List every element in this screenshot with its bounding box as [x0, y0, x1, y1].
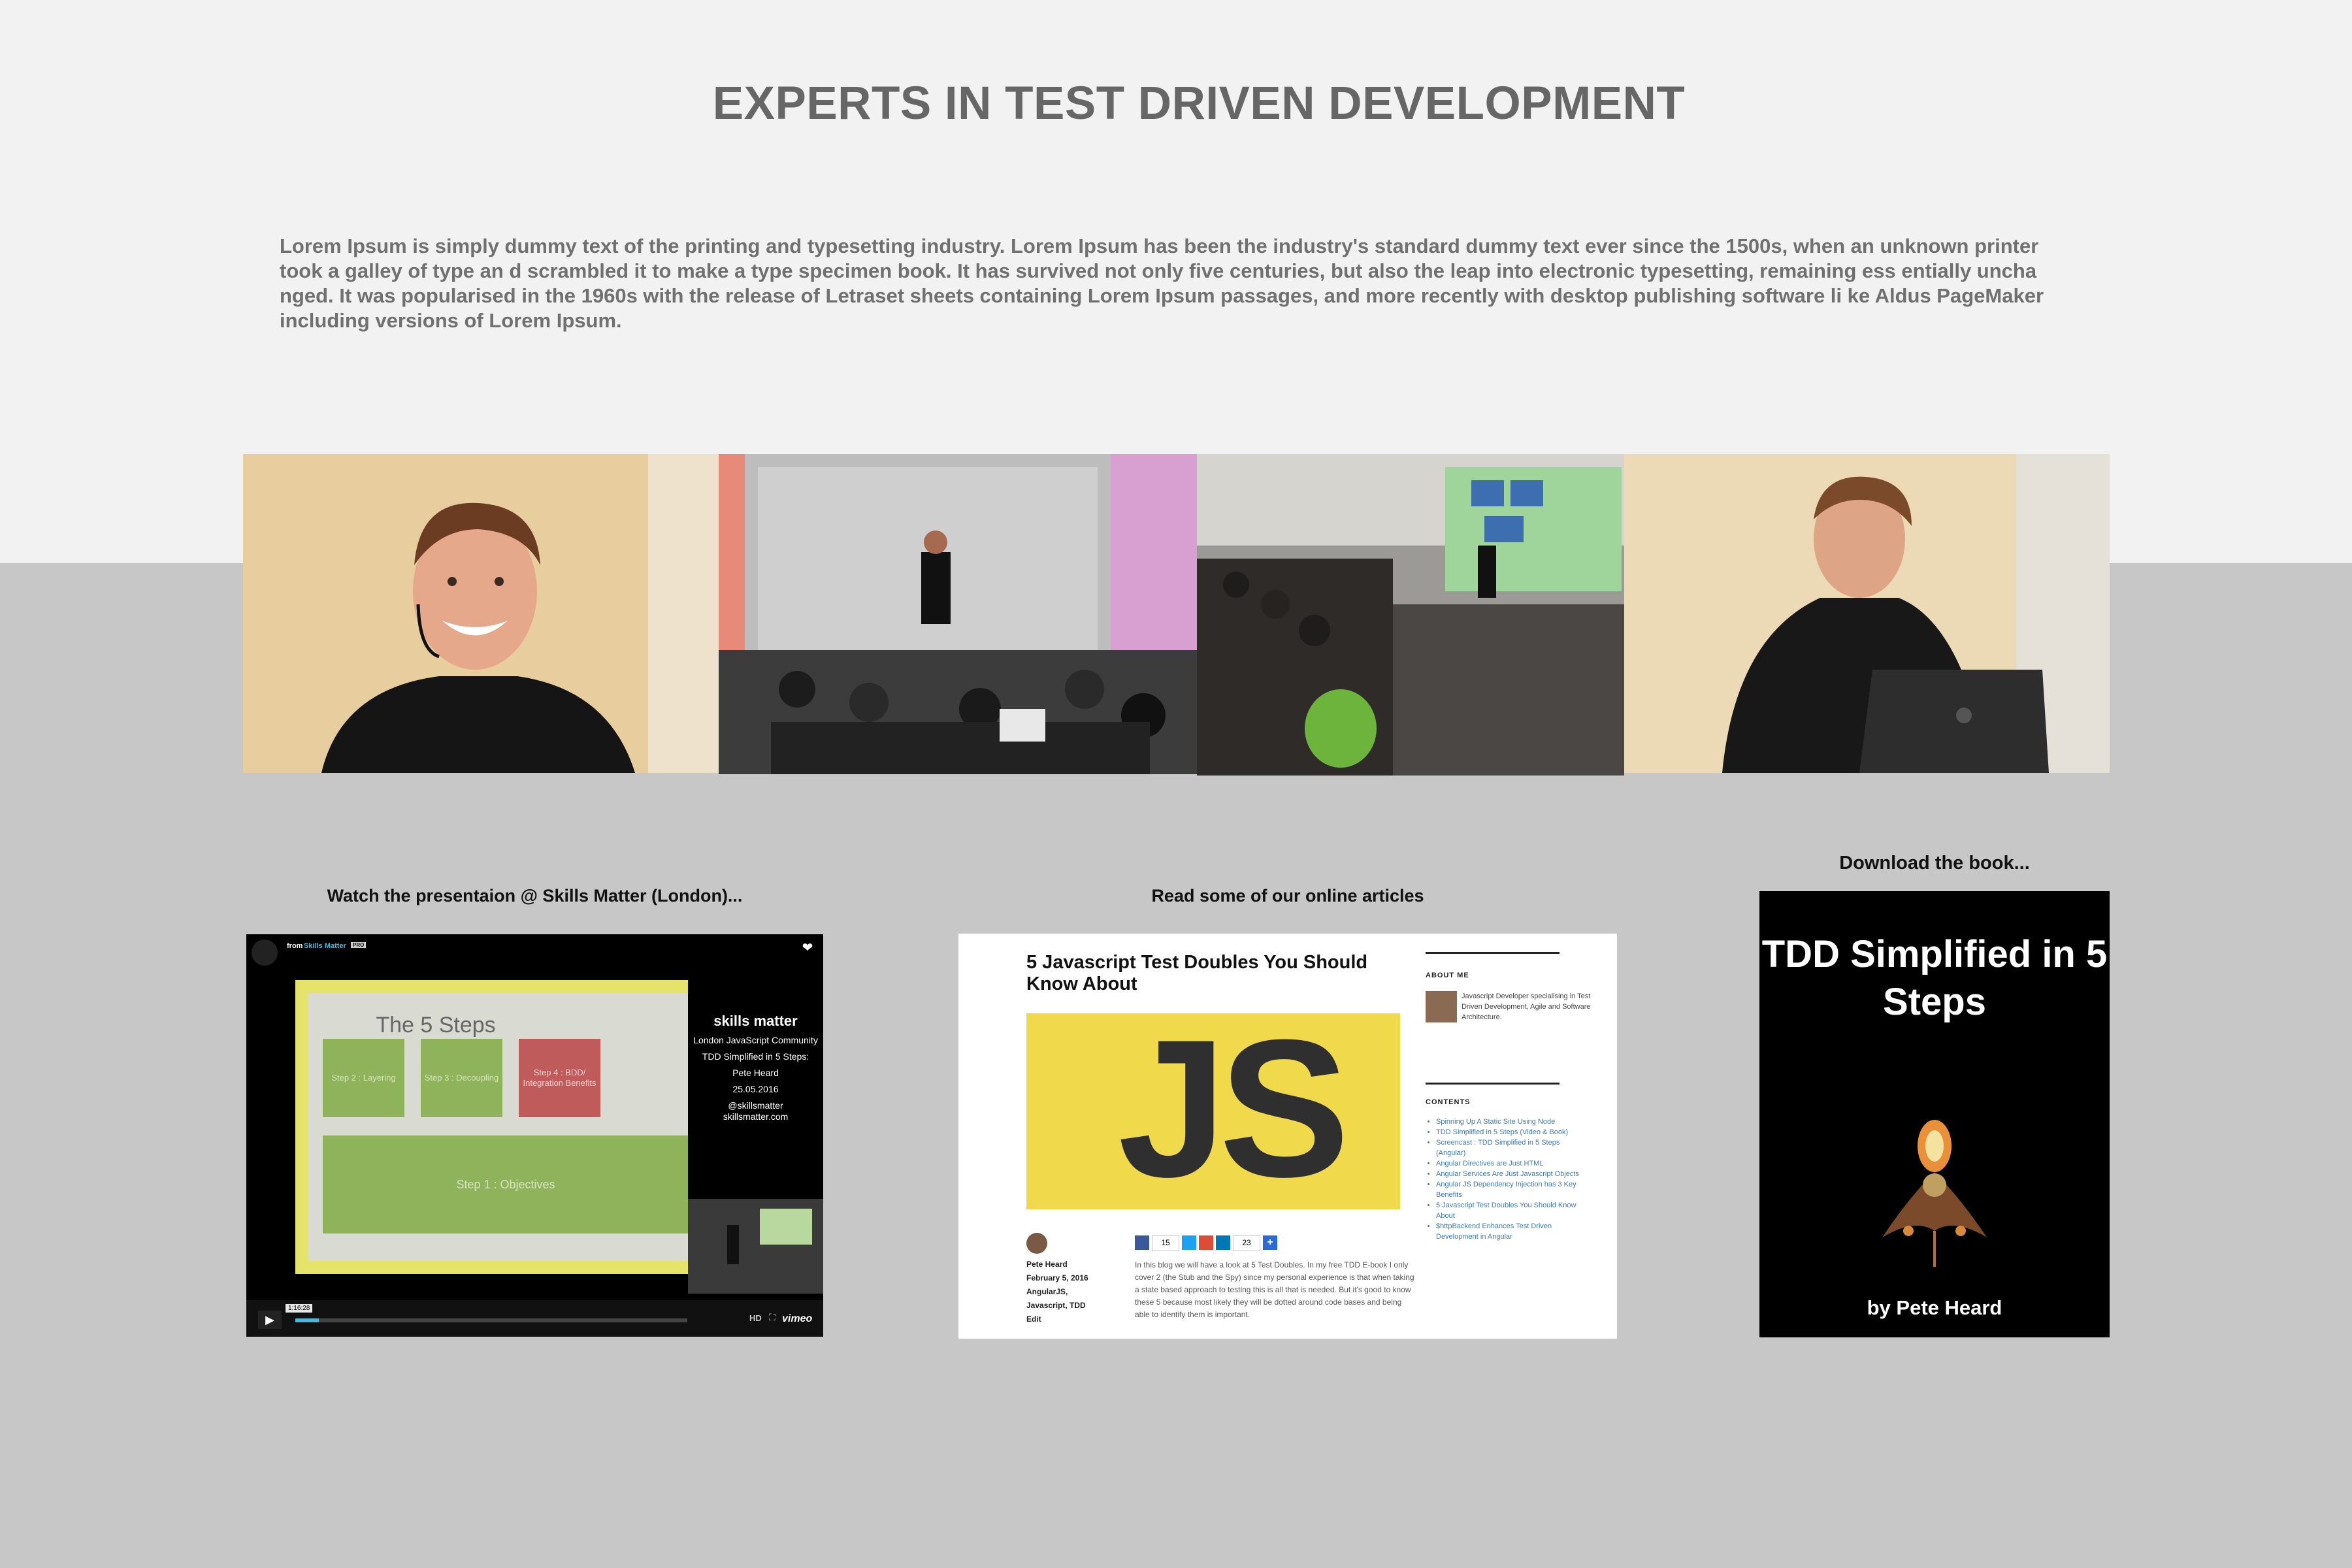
heart-icon[interactable]: ❤ [798, 939, 817, 958]
site-label: skillsmatter.com [723, 1111, 789, 1122]
contents-link[interactable]: Angular JS Dependency Injection has 3 Ke… [1436, 1179, 1580, 1200]
article-preview[interactable]: 5 Javascript Test Doubles You Should Kno… [958, 934, 1617, 1339]
facebook-count: 15 [1152, 1235, 1179, 1251]
post-tags[interactable]: AngularJS, Javascript, TDD [1026, 1285, 1105, 1313]
presentation-audience-photo [719, 454, 1197, 774]
video-controls: ▶ 1:16:28 HD ⛶ vimeo [246, 1300, 823, 1337]
channel-avatar [252, 939, 278, 966]
article-title[interactable]: 5 Javascript Test Doubles You Should Kno… [1026, 952, 1392, 995]
book-cover-artwork [1882, 1120, 1987, 1267]
video-progress-fill [295, 1318, 319, 1322]
contents-link[interactable]: TDD Simplified in 5 Steps (Video & Book) [1436, 1127, 1580, 1137]
js-logo-text: JS [1118, 998, 1350, 1218]
linkedin-icon[interactable] [1216, 1235, 1230, 1250]
video-topbar: from Skills Matter PRO ❤ [246, 934, 823, 972]
slide-step-3: Step 3 : Decoupling [421, 1039, 502, 1117]
about-heading: ABOUT ME [1426, 972, 1469, 979]
video-channel-link[interactable]: Skills Matter [304, 942, 346, 950]
slide-step-4: Step 4 : BDD/ Integration Benefits [519, 1039, 600, 1117]
contents-list: Spinning Up A Static Site Using Node TDD… [1426, 1117, 1580, 1242]
skills-matter-logo: skills matter [713, 1013, 798, 1029]
post-meta: Pete Heard February 5, 2016 AngularJS, J… [1026, 1258, 1105, 1326]
video-timecode: 1:16:28 [286, 1304, 313, 1313]
facebook-icon[interactable] [1135, 1235, 1149, 1250]
book-caption: Download the book... [1839, 853, 2030, 874]
book-author: by Pete Heard [1867, 1296, 2002, 1319]
contents-link[interactable]: Screencast : TDD Simplified in 5 Steps (… [1436, 1137, 1580, 1158]
slide-title: The 5 Steps [376, 1013, 496, 1037]
conference-room-photo [1197, 454, 1624, 776]
pro-badge: PRO [351, 942, 367, 948]
book-cover[interactable]: TDD Simplified in 5 Steps by Pete Heard [1759, 891, 2110, 1337]
video-seek-bar[interactable] [295, 1318, 687, 1322]
post-date: February 5, 2016 [1026, 1273, 1088, 1282]
video-caption: Watch the presentaion @ Skills Matter (L… [327, 886, 743, 906]
share-buttons: 15 23 + [1135, 1235, 1277, 1251]
book-title: TDD Simplified in 5 Steps [1761, 933, 2108, 1023]
contents-link[interactable]: Angular Directives are Just HTML [1436, 1158, 1580, 1169]
intro-paragraph: Lorem Ipsum is simply dummy text of the … [280, 235, 2044, 332]
speaker-laptop-photo [1624, 454, 2110, 773]
speaker-label: Pete Heard [732, 1068, 779, 1078]
slide-step-2: Step 2 : Layering [323, 1039, 404, 1117]
about-text: Javascript Developer specialising in Tes… [1462, 992, 1591, 1021]
article-caption: Read some of our online articles [1151, 886, 1424, 906]
video-from-label: from [287, 942, 303, 950]
linkedin-count: 23 [1233, 1235, 1260, 1251]
contents-heading: CONTENTS [1426, 1098, 1471, 1106]
google-plus-icon[interactable] [1199, 1235, 1213, 1250]
sidebar-rule [1426, 952, 1560, 954]
community-label: London JavaScript Community [693, 1035, 818, 1045]
handle-label: @skillsmatter [728, 1100, 783, 1111]
sidebar-rule [1426, 1083, 1560, 1085]
page-title: EXPERTS IN TEST DRIVEN DEVELOPMENT [712, 78, 1686, 129]
post-author[interactable]: Pete Heard [1026, 1258, 1105, 1271]
speaker-thumbnail [688, 1199, 823, 1294]
slide-content: The 5 Steps Step 2 : Layering Step 3 : D… [308, 993, 700, 1261]
video-player[interactable]: from Skills Matter PRO ❤ The 5 Steps Ste… [246, 934, 823, 1337]
post-edit-link[interactable]: Edit [1026, 1313, 1105, 1326]
article-excerpt: In this blog we will have a look at 5 Te… [1135, 1260, 1414, 1319]
author-avatar [1426, 991, 1457, 1022]
post-author-avatar [1026, 1233, 1047, 1254]
twitter-icon[interactable] [1182, 1235, 1196, 1250]
presentation-slide: The 5 Steps Step 2 : Layering Step 3 : D… [295, 980, 713, 1274]
play-icon[interactable]: ▶ [258, 1311, 282, 1329]
contents-link[interactable]: Spinning Up A Static Site Using Node [1436, 1117, 1580, 1127]
talk-label: TDD Simplified in 5 Steps: [702, 1051, 809, 1062]
article-hero-image: JS [1026, 998, 1400, 1218]
hd-toggle[interactable]: HD [749, 1313, 762, 1323]
contents-link[interactable]: 5 Javascript Test Doubles You Should Kno… [1436, 1200, 1580, 1221]
contents-link[interactable]: Angular Services Are Just Javascript Obj… [1436, 1169, 1580, 1179]
speaker-portrait-photo [243, 454, 719, 773]
date-label: 25.05.2016 [732, 1084, 779, 1094]
vimeo-logo[interactable]: vimeo [782, 1313, 812, 1325]
contents-link[interactable]: $httpBackend Enhances Test Driven Develo… [1436, 1221, 1580, 1242]
slide-step-1: Step 1 : Objectives [323, 1135, 689, 1233]
add-share-icon[interactable]: + [1263, 1235, 1277, 1250]
fullscreen-icon[interactable]: ⛶ [769, 1312, 776, 1323]
